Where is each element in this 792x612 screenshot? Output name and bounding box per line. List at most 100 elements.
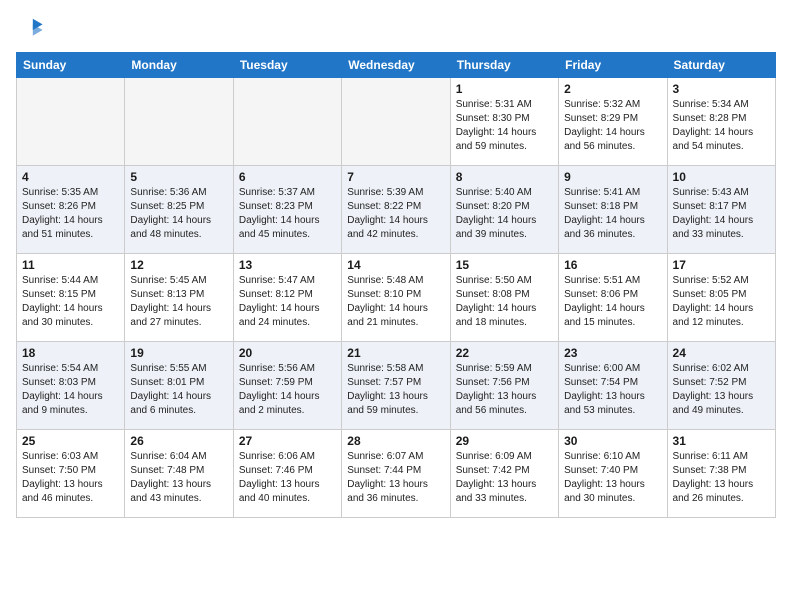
calendar-cell: 23Sunrise: 6:00 AM Sunset: 7:54 PM Dayli… [559, 342, 667, 430]
calendar-cell: 8 Sunrise: 5:40 AM Sunset: 8:20 PM Daylig… [450, 166, 558, 254]
day-info: Sunrise: 5:47 AM Sunset: 8:12 PM Dayligh… [239, 274, 336, 330]
page-header [16, 16, 776, 44]
day-info: Sunrise: 5:58 AM Sunset: 7:57 PM Dayligh… [347, 362, 444, 418]
calendar-cell: 7 Sunrise: 5:39 AM Sunset: 8:22 PM Daylig… [342, 166, 450, 254]
calendar-header-row: SundayMondayTuesdayWednesdayThursdayFrid… [17, 53, 776, 78]
day-number: 6 [239, 170, 336, 184]
day-number: 30 [564, 434, 661, 448]
day-number: 9 [564, 170, 661, 184]
day-info: Sunrise: 5:31 AM Sunset: 8:30 PM Dayligh… [456, 98, 553, 154]
day-number: 22 [456, 346, 553, 360]
calendar-week-row: 1 Sunrise: 5:31 AM Sunset: 8:30 PM Daylig… [17, 78, 776, 166]
calendar-cell: 29 Sunrise: 6:09 AM Sunset: 7:42 PM Dayli… [450, 430, 558, 518]
day-number: 7 [347, 170, 444, 184]
calendar-body: 1 Sunrise: 5:31 AM Sunset: 8:30 PM Daylig… [17, 78, 776, 518]
day-info: Sunrise: 5:55 AM Sunset: 8:01 PM Dayligh… [130, 362, 227, 418]
calendar-cell: 25 Sunrise: 6:03 AM Sunset: 7:50 PM Dayli… [17, 430, 125, 518]
day-number: 26 [130, 434, 227, 448]
day-number: 1 [456, 82, 553, 96]
day-number: 12 [130, 258, 227, 272]
calendar-cell: 11Sunrise: 5:44 AM Sunset: 8:15 PM Dayli… [17, 254, 125, 342]
day-number: 17 [673, 258, 770, 272]
day-number: 19 [130, 346, 227, 360]
day-number: 20 [239, 346, 336, 360]
logo-icon [16, 16, 44, 44]
calendar-cell: 13 Sunrise: 5:47 AM Sunset: 8:12 PM Dayli… [233, 254, 341, 342]
calendar-cell: 3 Sunrise: 5:34 AM Sunset: 8:28 PM Daylig… [667, 78, 775, 166]
day-info: Sunrise: 6:04 AM Sunset: 7:48 PM Dayligh… [130, 450, 227, 506]
day-number: 16 [564, 258, 661, 272]
day-number: 5 [130, 170, 227, 184]
day-info: Sunrise: 5:32 AM Sunset: 8:29 PM Dayligh… [564, 98, 661, 154]
day-info: Sunrise: 5:41 AM Sunset: 8:18 PM Dayligh… [564, 186, 661, 242]
weekday-header: Monday [125, 53, 233, 78]
calendar-cell: 24Sunrise: 6:02 AM Sunset: 7:52 PM Dayli… [667, 342, 775, 430]
day-number: 10 [673, 170, 770, 184]
calendar-cell: 4 Sunrise: 5:35 AM Sunset: 8:26 PM Daylig… [17, 166, 125, 254]
calendar-cell: 2 Sunrise: 5:32 AM Sunset: 8:29 PM Daylig… [559, 78, 667, 166]
day-info: Sunrise: 5:44 AM Sunset: 8:15 PM Dayligh… [22, 274, 119, 330]
weekday-header: Tuesday [233, 53, 341, 78]
day-info: Sunrise: 5:35 AM Sunset: 8:26 PM Dayligh… [22, 186, 119, 242]
calendar-cell: 22 Sunrise: 5:59 AM Sunset: 7:56 PM Dayli… [450, 342, 558, 430]
day-number: 13 [239, 258, 336, 272]
day-number: 3 [673, 82, 770, 96]
calendar-week-row: 18Sunrise: 5:54 AM Sunset: 8:03 PM Dayli… [17, 342, 776, 430]
day-number: 28 [347, 434, 444, 448]
day-number: 2 [564, 82, 661, 96]
calendar-week-row: 25 Sunrise: 6:03 AM Sunset: 7:50 PM Dayli… [17, 430, 776, 518]
day-info: Sunrise: 5:43 AM Sunset: 8:17 PM Dayligh… [673, 186, 770, 242]
calendar-cell: 21 Sunrise: 5:58 AM Sunset: 7:57 PM Dayli… [342, 342, 450, 430]
calendar-week-row: 4 Sunrise: 5:35 AM Sunset: 8:26 PM Daylig… [17, 166, 776, 254]
calendar-cell: 30 Sunrise: 6:10 AM Sunset: 7:40 PM Dayli… [559, 430, 667, 518]
day-info: Sunrise: 6:10 AM Sunset: 7:40 PM Dayligh… [564, 450, 661, 506]
day-number: 8 [456, 170, 553, 184]
logo [16, 16, 48, 44]
day-number: 4 [22, 170, 119, 184]
calendar-cell [125, 78, 233, 166]
calendar-cell: 17 Sunrise: 5:52 AM Sunset: 8:05 PM Dayli… [667, 254, 775, 342]
calendar-cell: 15Sunrise: 5:50 AM Sunset: 8:08 PM Dayli… [450, 254, 558, 342]
day-info: Sunrise: 6:02 AM Sunset: 7:52 PM Dayligh… [673, 362, 770, 418]
calendar-cell: 19 Sunrise: 5:55 AM Sunset: 8:01 PM Dayli… [125, 342, 233, 430]
day-number: 23 [564, 346, 661, 360]
weekday-header: Friday [559, 53, 667, 78]
weekday-header: Sunday [17, 53, 125, 78]
day-info: Sunrise: 5:59 AM Sunset: 7:56 PM Dayligh… [456, 362, 553, 418]
calendar-cell [17, 78, 125, 166]
day-info: Sunrise: 5:39 AM Sunset: 8:22 PM Dayligh… [347, 186, 444, 242]
day-info: Sunrise: 5:34 AM Sunset: 8:28 PM Dayligh… [673, 98, 770, 154]
calendar-cell: 20Sunrise: 5:56 AM Sunset: 7:59 PM Dayli… [233, 342, 341, 430]
calendar-cell: 10 Sunrise: 5:43 AM Sunset: 8:17 PM Dayli… [667, 166, 775, 254]
calendar-cell: 18Sunrise: 5:54 AM Sunset: 8:03 PM Dayli… [17, 342, 125, 430]
calendar-cell: 1 Sunrise: 5:31 AM Sunset: 8:30 PM Daylig… [450, 78, 558, 166]
day-number: 21 [347, 346, 444, 360]
calendar-cell: 27Sunrise: 6:06 AM Sunset: 7:46 PM Dayli… [233, 430, 341, 518]
day-number: 27 [239, 434, 336, 448]
weekday-header: Saturday [667, 53, 775, 78]
day-number: 14 [347, 258, 444, 272]
day-number: 25 [22, 434, 119, 448]
day-info: Sunrise: 6:09 AM Sunset: 7:42 PM Dayligh… [456, 450, 553, 506]
day-number: 18 [22, 346, 119, 360]
calendar-cell: 6 Sunrise: 5:37 AM Sunset: 8:23 PM Daylig… [233, 166, 341, 254]
calendar-cell [342, 78, 450, 166]
calendar-cell: 26 Sunrise: 6:04 AM Sunset: 7:48 PM Dayli… [125, 430, 233, 518]
day-info: Sunrise: 5:52 AM Sunset: 8:05 PM Dayligh… [673, 274, 770, 330]
weekday-header: Thursday [450, 53, 558, 78]
weekday-header: Wednesday [342, 53, 450, 78]
day-info: Sunrise: 6:11 AM Sunset: 7:38 PM Dayligh… [673, 450, 770, 506]
day-info: Sunrise: 5:40 AM Sunset: 8:20 PM Dayligh… [456, 186, 553, 242]
calendar-cell: 14Sunrise: 5:48 AM Sunset: 8:10 PM Dayli… [342, 254, 450, 342]
calendar-cell [233, 78, 341, 166]
day-number: 15 [456, 258, 553, 272]
day-info: Sunrise: 5:51 AM Sunset: 8:06 PM Dayligh… [564, 274, 661, 330]
calendar-table: SundayMondayTuesdayWednesdayThursdayFrid… [16, 52, 776, 518]
day-info: Sunrise: 5:45 AM Sunset: 8:13 PM Dayligh… [130, 274, 227, 330]
day-number: 29 [456, 434, 553, 448]
calendar-cell: 12 Sunrise: 5:45 AM Sunset: 8:13 PM Dayli… [125, 254, 233, 342]
day-info: Sunrise: 6:07 AM Sunset: 7:44 PM Dayligh… [347, 450, 444, 506]
day-number: 31 [673, 434, 770, 448]
day-info: Sunrise: 5:37 AM Sunset: 8:23 PM Dayligh… [239, 186, 336, 242]
day-info: Sunrise: 6:03 AM Sunset: 7:50 PM Dayligh… [22, 450, 119, 506]
